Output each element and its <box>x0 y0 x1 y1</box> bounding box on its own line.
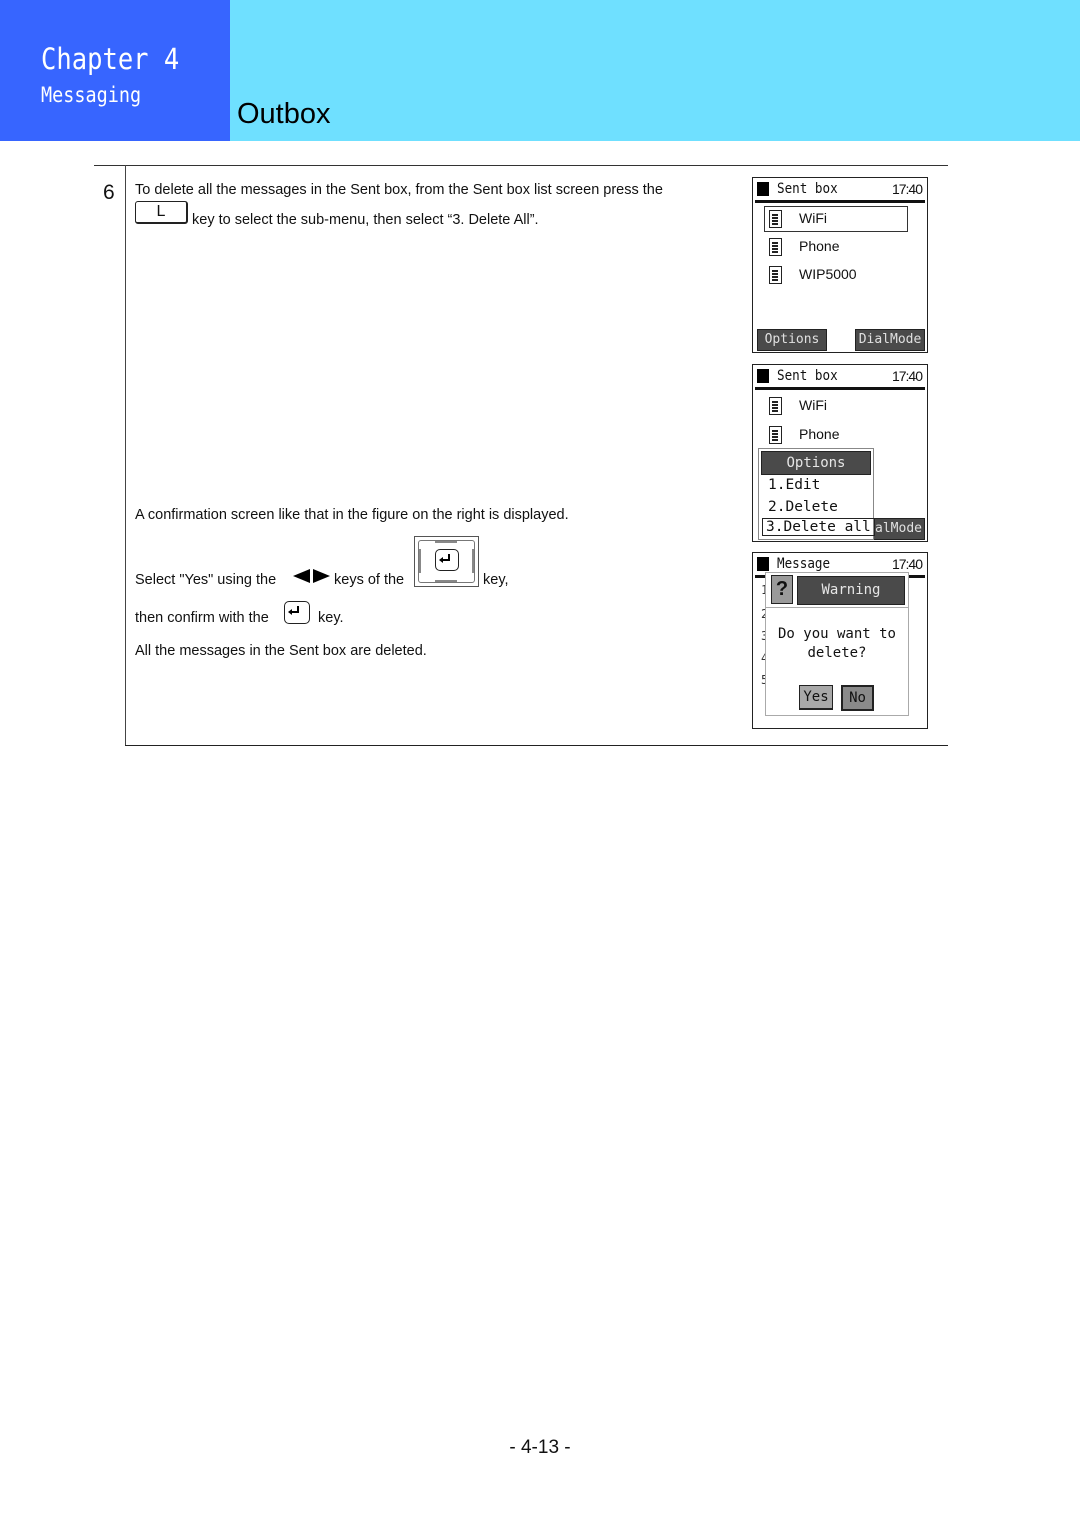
chapter-title: Chapter 4 <box>41 42 180 76</box>
warning-message-line2: delete? <box>807 645 867 661</box>
question-icon: ? <box>771 575 793 604</box>
signal-block-icon <box>757 182 769 196</box>
step-intro-line1: To delete all the messages in the Sent b… <box>135 182 663 198</box>
divider-bottom <box>125 745 948 746</box>
nav-up-bar <box>435 541 457 543</box>
page-number: - 4-13 - <box>509 1437 571 1458</box>
warning-message-line1: Do you want to <box>777 626 896 642</box>
document-icon <box>769 397 782 415</box>
screen-title: Message <box>777 556 831 572</box>
dialog-divider <box>766 607 908 608</box>
confirm-suffix: key. <box>318 610 344 626</box>
clock: 17:40 <box>891 556 923 572</box>
enter-key-icon <box>435 549 459 571</box>
screen-title: Sent box <box>777 181 838 197</box>
chapter-banner: Chapter 4 Messaging <box>0 0 230 141</box>
options-softkey[interactable]: Options <box>757 329 827 351</box>
list-item-label: WiFi <box>799 397 827 413</box>
options-menu: Options 1.Edit 2.Delete 3.Delete all <box>758 448 875 540</box>
list-item-label: Phone <box>799 238 840 254</box>
list-item[interactable]: Phone <box>765 423 907 447</box>
l-key-label: L <box>156 203 166 220</box>
no-button[interactable]: No <box>841 685 874 711</box>
enter-glyph-icon <box>439 554 450 563</box>
enter-key-icon <box>284 601 310 624</box>
document-icon <box>769 210 782 228</box>
list-item[interactable]: Phone <box>765 235 907 259</box>
sent-box-screen: Sent box 17:40 WiFi Phone WIP5000 Option… <box>752 177 928 353</box>
section-banner <box>230 0 1080 141</box>
list-item[interactable]: WiFi <box>765 394 907 418</box>
yes-button[interactable]: Yes <box>799 685 833 710</box>
nav-left-bar <box>419 549 421 573</box>
menu-item-edit[interactable]: 1.Edit <box>768 477 820 493</box>
select-middle: keys of the <box>334 572 405 588</box>
document-icon <box>769 238 782 256</box>
status-bar: Sent box 17:40 <box>755 180 925 203</box>
signal-block-icon <box>757 557 769 571</box>
dialmode-softkey[interactable]: DialMode <box>855 329 925 351</box>
step-intro-line2: key to select the sub-menu, then select … <box>192 212 539 228</box>
menu-item-delete-all[interactable]: 3.Delete all <box>762 518 875 536</box>
confirm-text: A confirmation screen like that in the f… <box>135 507 569 523</box>
dialmode-softkey[interactable]: alMode <box>869 518 925 540</box>
warning-message: Do you want to delete? <box>766 625 908 663</box>
enter-glyph-icon <box>288 606 299 615</box>
warning-title: Warning <box>797 576 905 605</box>
right-arrow-icon <box>313 569 330 583</box>
clock: 17:40 <box>891 368 923 384</box>
nav-right-bar <box>472 549 474 573</box>
step-number: 6 <box>103 181 115 204</box>
chapter-subtitle: Messaging <box>41 83 142 107</box>
list-item[interactable]: WiFi <box>764 206 908 232</box>
status-bar: Sent box 17:40 <box>755 367 925 390</box>
warning-screen: Message 17:40 1 2 3 4 5 ? Warning Do you… <box>752 552 928 729</box>
select-suffix: key, <box>483 572 509 588</box>
divider-top <box>94 165 948 166</box>
l-key-icon: L <box>135 201 188 224</box>
section-title: Outbox <box>237 98 331 130</box>
confirm-prefix: then confirm with the <box>135 610 269 626</box>
left-arrow-icon <box>293 569 310 583</box>
document-icon <box>769 426 782 444</box>
list-item-label: WiFi <box>799 210 827 226</box>
list-item-label: WIP5000 <box>799 266 857 282</box>
options-menu-title: Options <box>761 451 871 475</box>
select-prefix: Select "Yes" using the <box>135 572 277 588</box>
clock: 17:40 <box>891 181 923 197</box>
list-item-label: Phone <box>799 426 840 442</box>
nav-down-bar <box>435 580 457 582</box>
menu-item-delete[interactable]: 2.Delete <box>768 499 838 515</box>
signal-block-icon <box>757 369 769 383</box>
list-item[interactable]: WIP5000 <box>765 263 907 287</box>
divider-left <box>125 165 126 746</box>
screen-title: Sent box <box>777 368 838 384</box>
options-screen: Sent box 17:40 WiFi Phone alMode Options… <box>752 364 928 542</box>
result-text: All the messages in the Sent box are del… <box>135 643 427 659</box>
navigation-key-icon <box>414 536 479 587</box>
document-icon <box>769 266 782 284</box>
warning-dialog: ? Warning Do you want to delete? Yes No <box>765 572 909 716</box>
